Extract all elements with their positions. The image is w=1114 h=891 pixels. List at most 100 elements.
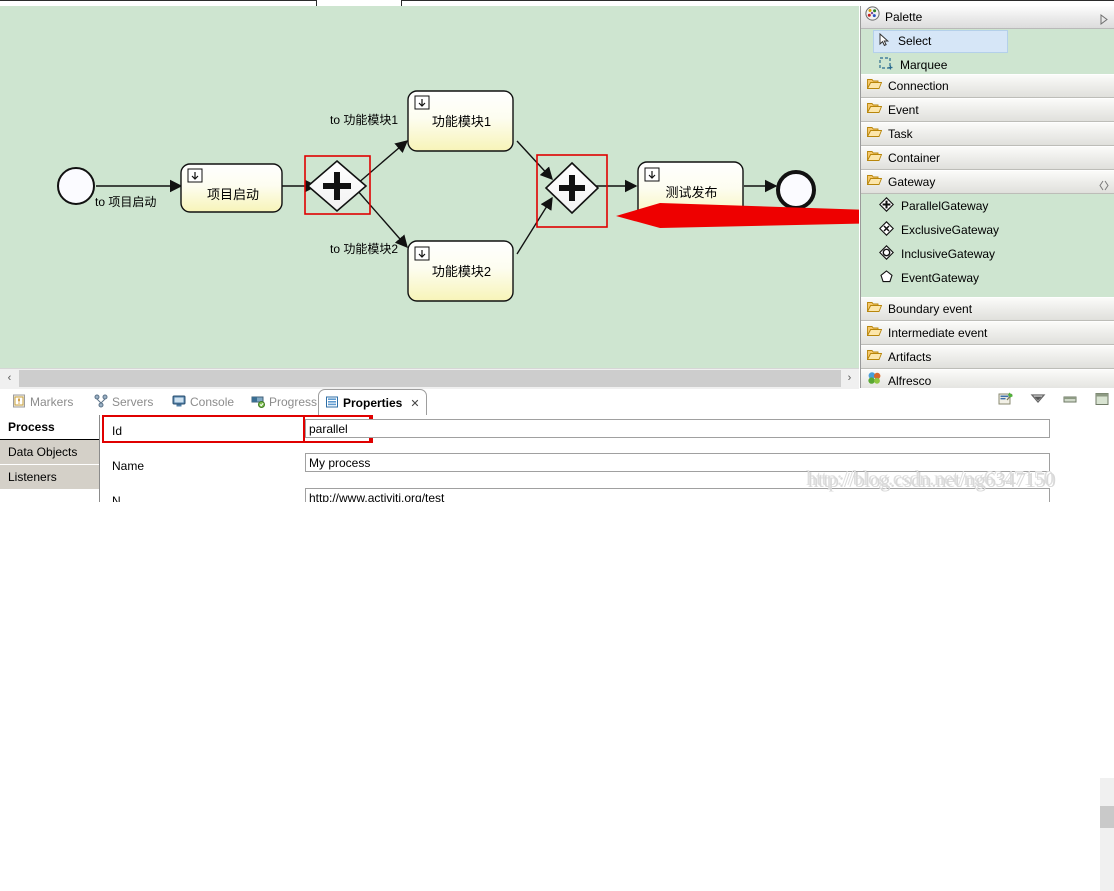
folder-icon <box>866 147 883 169</box>
palette-item-exclusive-gateway[interactable]: ExclusiveGateway <box>861 218 1114 242</box>
palette-drawer-container[interactable]: Container <box>861 146 1114 170</box>
field-row-id: Id parallel <box>100 415 1114 450</box>
parallel-gateway-node-2 <box>536 154 608 228</box>
scrollbar-thumb[interactable] <box>19 370 841 387</box>
palette-header[interactable]: Palette <box>861 6 1114 29</box>
properties-icon <box>325 395 339 412</box>
field-label-id: Id <box>112 424 123 438</box>
palette-item-exclusive-gateway-label: ExclusiveGateway <box>901 223 1000 237</box>
end-event-node <box>776 170 816 210</box>
palette-drawer-container-label: Container <box>888 151 941 165</box>
palette-drawer-event[interactable]: Event <box>861 98 1114 122</box>
palette-panel: Palette Select Marquee Connection Event … <box>860 6 1114 388</box>
palette-tools-group: Select Marquee <box>861 29 1114 74</box>
palette-item-event-gateway[interactable]: EventGateway <box>861 266 1114 290</box>
palette-drawer-intermediate-event[interactable]: Intermediate event <box>861 321 1114 345</box>
view-toolbar <box>998 391 1110 410</box>
folder-icon <box>866 75 883 97</box>
field-label-name: Name <box>112 459 145 473</box>
properties-view: Markers Servers Console Progress Propert… <box>0 389 1114 891</box>
bpmn-diagram-canvas[interactable]: 项目启动 功能模块1 功能模块2 测试发布 to 项目启动 to 功能模块1 t… <box>0 6 859 368</box>
properties-vertical-scrollbar[interactable] <box>1100 778 1114 891</box>
properties-tab-listeners[interactable]: Listeners <box>0 465 99 490</box>
palette-drawer-boundary-event-label: Boundary event <box>888 302 973 316</box>
task-node-1-label: 项目启动 <box>206 187 259 202</box>
view-tab-console-label: Console <box>190 395 235 409</box>
view-tab-markers[interactable]: Markers <box>6 390 79 414</box>
field-input-namespace[interactable]: http://www.activiti.org/test <box>305 488 1050 502</box>
palette-drawer-alfresco[interactable]: Alfresco <box>861 369 1114 388</box>
scroll-left-arrow-icon[interactable]: ‹ <box>0 369 19 388</box>
field-row-namespace: N http://www.activiti.org/test <box>100 485 1114 502</box>
palette-drawer-task-label: Task <box>888 127 913 141</box>
properties-tab-list: Process Data Objects Listeners <box>0 415 100 502</box>
properties-fields: Id parallel Name My process N http://www… <box>100 415 1114 502</box>
properties-tab-data-objects[interactable]: Data Objects <box>0 440 99 465</box>
palette-drawer-task[interactable]: Task <box>861 122 1114 146</box>
palette-tool-select-label: Select <box>898 34 932 48</box>
palette-drawer-artifacts[interactable]: Artifacts <box>861 345 1114 369</box>
folder-icon <box>866 346 883 368</box>
field-input-name[interactable]: My process <box>305 453 1050 472</box>
palette-gateway-items: ParallelGateway ExclusiveGateway Inclusi… <box>861 194 1114 297</box>
cursor-arrow-icon <box>879 32 891 50</box>
task-node-4-label: 测试发布 <box>665 185 718 200</box>
parallel-gateway-icon <box>879 197 894 215</box>
palette-drawer-gateway[interactable]: Gateway <box>861 170 1114 194</box>
view-tab-markers-label: Markers <box>30 395 74 409</box>
maximize-icon[interactable] <box>1094 392 1110 409</box>
properties-scrollbar-thumb[interactable] <box>1100 806 1114 828</box>
field-input-id[interactable]: parallel <box>305 419 1050 438</box>
folder-icon <box>866 322 883 344</box>
properties-tab-process[interactable]: Process <box>0 415 99 440</box>
field-label-namespace: N <box>112 494 121 502</box>
palette-item-inclusive-gateway-label: InclusiveGateway <box>901 247 996 261</box>
flow-label-to-start-task: to 项目启动 <box>95 195 157 209</box>
view-tab-properties-label: Properties <box>343 396 403 410</box>
minimize-icon[interactable] <box>1062 393 1078 408</box>
eclipse-workbench: 项目启动 功能模块1 功能模块2 测试发布 to 项目启动 to 功能模块1 t… <box>0 0 1114 891</box>
progress-icon <box>251 394 265 411</box>
flow-label-to-module1: to 功能模块1 <box>330 113 399 127</box>
view-menu-icon[interactable] <box>1030 393 1046 408</box>
palette-drawer-connection[interactable]: Connection <box>861 74 1114 98</box>
view-tab-console[interactable]: Console <box>166 390 240 414</box>
palette-title: Palette <box>885 10 923 24</box>
folder-icon <box>866 298 883 320</box>
folder-icon <box>866 99 883 121</box>
palette-drawer-artifacts-label: Artifacts <box>888 350 932 364</box>
palette-item-parallel-gateway[interactable]: ParallelGateway <box>861 194 1114 218</box>
field-row-name: Name My process <box>100 450 1114 485</box>
view-tab-servers-label: Servers <box>112 395 154 409</box>
palette-tool-marquee-label: Marquee <box>900 58 948 72</box>
properties-body: Process Data Objects Listeners Id parall… <box>0 415 1114 502</box>
folder-icon <box>866 171 883 193</box>
pin-view-icon[interactable] <box>998 391 1014 410</box>
parallel-gateway-node-1 <box>304 155 371 215</box>
palette-drawer-intermediate-event-label: Intermediate event <box>888 326 988 340</box>
task-node-3-label: 功能模块2 <box>431 264 492 279</box>
task-node-2-label: 功能模块1 <box>431 114 492 129</box>
palette-item-inclusive-gateway[interactable]: InclusiveGateway <box>861 242 1114 266</box>
canvas-horizontal-scrollbar[interactable]: ‹ › <box>0 368 859 389</box>
view-tab-properties[interactable]: Properties ✕ <box>318 389 427 416</box>
event-gateway-icon <box>879 269 894 287</box>
view-tab-servers[interactable]: Servers <box>88 390 159 414</box>
exclusive-gateway-icon <box>879 221 894 239</box>
console-icon <box>172 394 186 411</box>
view-tab-progress[interactable]: Progress <box>245 390 323 414</box>
palette-drawer-gateway-label: Gateway <box>888 175 936 189</box>
close-icon[interactable]: ✕ <box>410 397 419 410</box>
palette-icon <box>865 6 880 28</box>
scroll-right-arrow-icon[interactable]: › <box>840 369 859 388</box>
palette-tool-select[interactable]: Select <box>861 29 1114 53</box>
palette-drawer-alfresco-label: Alfresco <box>888 374 932 388</box>
palette-drawer-boundary-event[interactable]: Boundary event <box>861 297 1114 321</box>
inclusive-gateway-icon <box>879 245 894 263</box>
palette-drawer-event-label: Event <box>888 103 919 117</box>
start-event-node <box>57 167 95 205</box>
palette-item-parallel-gateway-label: ParallelGateway <box>901 199 989 213</box>
marquee-icon <box>879 56 893 74</box>
folder-icon <box>866 123 883 145</box>
palette-item-event-gateway-label: EventGateway <box>901 271 980 285</box>
